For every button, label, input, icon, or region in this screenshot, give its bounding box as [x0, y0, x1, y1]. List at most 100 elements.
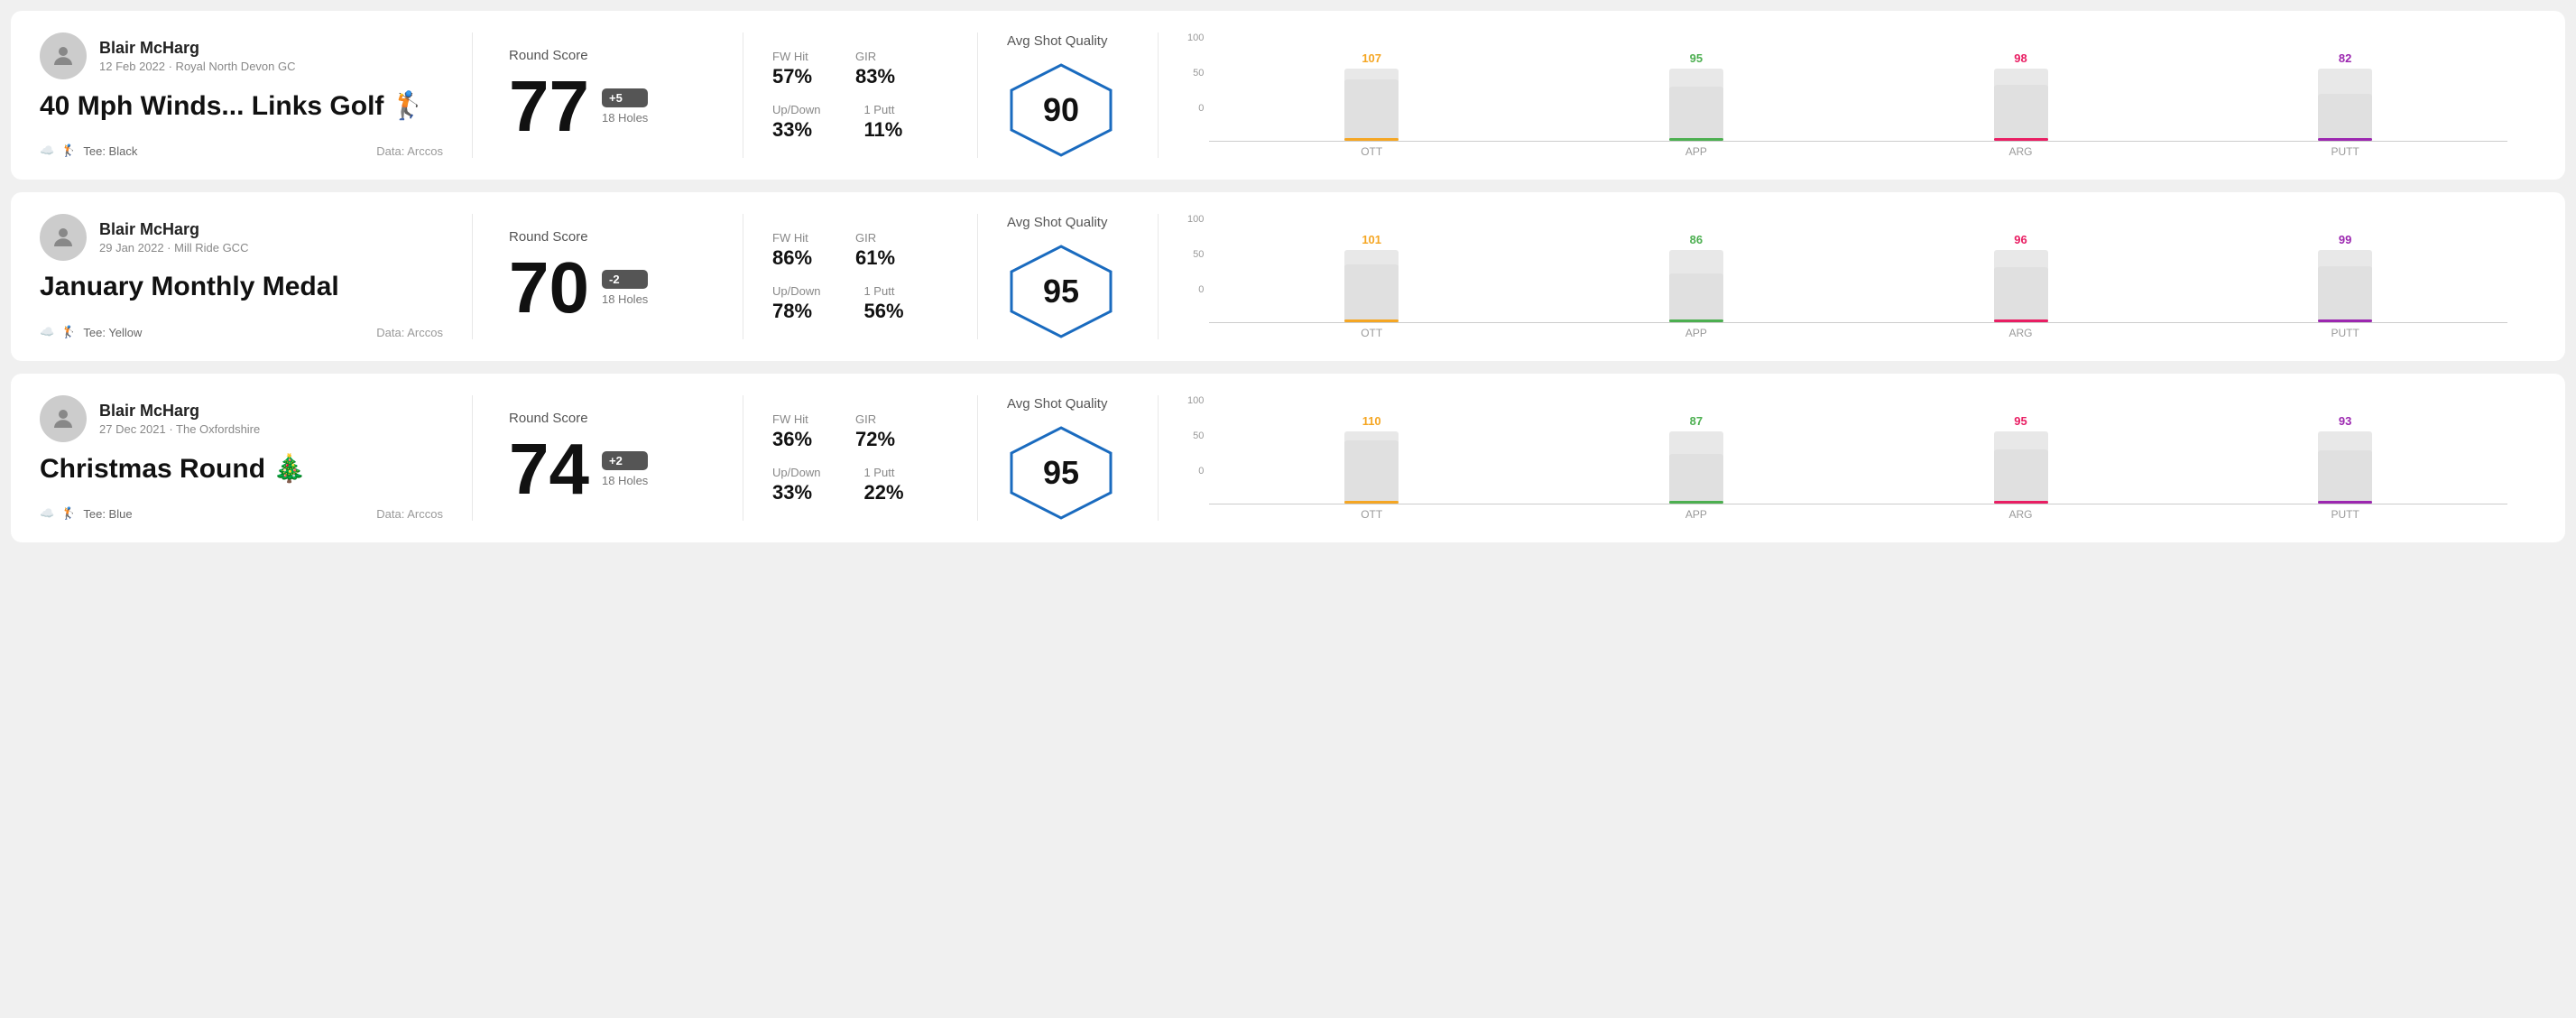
round-left-section: Blair McHarg 29 Jan 2022 · Mill Ride GCC…: [40, 214, 473, 339]
round-card: Blair McHarg 12 Feb 2022 · Royal North D…: [11, 11, 2565, 180]
quality-section: Avg Shot Quality 95: [978, 214, 1159, 339]
updown-label: Up/Down: [772, 284, 820, 298]
holes-label: 18 Holes: [602, 292, 648, 306]
updown-value: 33%: [772, 118, 820, 142]
avatar: [40, 32, 87, 79]
avatar: [40, 395, 87, 442]
fw-hit-stat: FW Hit 86%: [772, 231, 812, 270]
chart-label-app: APP: [1534, 508, 1859, 521]
oneputt-value: 11%: [863, 118, 902, 142]
score-row: 77 +5 18 Holes: [509, 70, 706, 143]
fw-hit-value: 86%: [772, 246, 812, 270]
score-number: 74: [509, 433, 589, 505]
chart-label-ott: OTT: [1209, 508, 1534, 521]
score-detail: +2 18 Holes: [602, 451, 648, 487]
data-source: Data: Arccos: [376, 144, 443, 158]
player-info: Blair McHarg 27 Dec 2021 · The Oxfordshi…: [99, 402, 260, 436]
tee-label: Tee: Blue: [83, 507, 132, 521]
chart-label-putt: PUTT: [2183, 327, 2507, 339]
oneputt-stat: 1 Putt 11%: [863, 103, 902, 142]
player-name: Blair McHarg: [99, 39, 296, 58]
gir-value: 61%: [855, 246, 895, 270]
player-name: Blair McHarg: [99, 220, 248, 239]
player-row: Blair McHarg 27 Dec 2021 · The Oxfordshi…: [40, 395, 443, 442]
oneputt-value: 22%: [863, 481, 903, 504]
bar-group-putt: 99: [2183, 214, 2507, 322]
bar-group-arg: 98: [1859, 32, 2184, 141]
score-section: Round Score 77 +5 18 Holes: [473, 32, 743, 158]
player-meta: 27 Dec 2021 · The Oxfordshire: [99, 422, 260, 436]
hexagon: 95: [1007, 426, 1115, 520]
round-left-section: Blair McHarg 27 Dec 2021 · The Oxfordshi…: [40, 395, 473, 521]
bar-group-arg: 96: [1859, 214, 2184, 322]
updown-label: Up/Down: [772, 103, 820, 116]
quality-label: Avg Shot Quality: [1007, 33, 1107, 49]
score-row: 74 +2 18 Holes: [509, 433, 706, 505]
player-meta: 12 Feb 2022 · Royal North Devon GC: [99, 60, 296, 73]
updown-value: 78%: [772, 300, 820, 323]
score-row: 70 -2 18 Holes: [509, 252, 706, 324]
stats-group-bottom: Up/Down 33% 1 Putt 22%: [772, 466, 948, 504]
gir-value: 83%: [855, 65, 895, 88]
chart-section: 100 50 0 101 86 96: [1159, 214, 2536, 339]
holes-label: 18 Holes: [602, 111, 648, 125]
gir-label: GIR: [855, 50, 895, 63]
player-info: Blair McHarg 12 Feb 2022 · Royal North D…: [99, 39, 296, 73]
player-info: Blair McHarg 29 Jan 2022 · Mill Ride GCC: [99, 220, 248, 255]
chart-label-arg: ARG: [1859, 327, 2184, 339]
oneputt-label: 1 Putt: [863, 466, 903, 479]
tee-info: ☁️ 🏌 Tee: Black: [40, 143, 137, 158]
bar-group-app: 95: [1534, 32, 1859, 141]
updown-stat: Up/Down 33%: [772, 103, 820, 142]
bar-group-ott: 101: [1209, 214, 1534, 322]
gir-label: GIR: [855, 231, 895, 245]
score-number: 77: [509, 70, 589, 143]
updown-value: 33%: [772, 481, 820, 504]
chart-label-app: APP: [1534, 327, 1859, 339]
round-card: Blair McHarg 27 Dec 2021 · The Oxfordshi…: [11, 374, 2565, 542]
oneputt-stat: 1 Putt 22%: [863, 466, 903, 504]
stats-group-top: FW Hit 57% GIR 83%: [772, 50, 948, 88]
round-title: 40 Mph Winds... Links Golf 🏌️: [40, 90, 443, 122]
bottom-row: ☁️ 🏌 Tee: Black Data: Arccos: [40, 143, 443, 158]
gir-stat: GIR 72%: [855, 412, 895, 451]
updown-label: Up/Down: [772, 466, 820, 479]
bar-group-app: 86: [1534, 214, 1859, 322]
oneputt-label: 1 Putt: [863, 103, 902, 116]
chart-label-arg: ARG: [1859, 508, 2184, 521]
player-meta: 29 Jan 2022 · Mill Ride GCC: [99, 241, 248, 255]
gir-stat: GIR 61%: [855, 231, 895, 270]
player-name: Blair McHarg: [99, 402, 260, 421]
score-badge: -2: [602, 270, 648, 289]
tee-info: ☁️ 🏌 Tee: Yellow: [40, 325, 142, 339]
weather-icon: ☁️: [40, 325, 54, 339]
tee-label: Tee: Black: [83, 144, 137, 158]
score-detail: -2 18 Holes: [602, 270, 648, 306]
fw-hit-value: 36%: [772, 428, 812, 451]
chart-label-ott: OTT: [1209, 327, 1534, 339]
updown-stat: Up/Down 33%: [772, 466, 820, 504]
stats-section: FW Hit 57% GIR 83% Up/Down 33% 1 Putt 11…: [743, 32, 978, 158]
chart-section: 100 50 0 110 87 95: [1159, 395, 2536, 521]
quality-label: Avg Shot Quality: [1007, 215, 1107, 230]
bag-icon: 🏌: [61, 325, 76, 339]
player-row: Blair McHarg 12 Feb 2022 · Royal North D…: [40, 32, 443, 79]
fw-hit-value: 57%: [772, 65, 812, 88]
hexagon: 90: [1007, 63, 1115, 157]
fw-hit-label: FW Hit: [772, 412, 812, 426]
chart-label-putt: PUTT: [2183, 145, 2507, 158]
quality-section: Avg Shot Quality 95: [978, 395, 1159, 521]
fw-hit-stat: FW Hit 36%: [772, 412, 812, 451]
bar-group-putt: 93: [2183, 395, 2507, 504]
round-title: January Monthly Medal: [40, 272, 443, 302]
stats-group-bottom: Up/Down 33% 1 Putt 11%: [772, 103, 948, 142]
bar-group-ott: 110: [1209, 395, 1534, 504]
stats-group-top: FW Hit 36% GIR 72%: [772, 412, 948, 451]
player-row: Blair McHarg 29 Jan 2022 · Mill Ride GCC: [40, 214, 443, 261]
data-source: Data: Arccos: [376, 326, 443, 339]
oneputt-value: 56%: [863, 300, 903, 323]
gir-label: GIR: [855, 412, 895, 426]
score-badge: +5: [602, 88, 648, 107]
chart-section: 100 50 0 107 95 98: [1159, 32, 2536, 158]
stats-group-top: FW Hit 86% GIR 61%: [772, 231, 948, 270]
